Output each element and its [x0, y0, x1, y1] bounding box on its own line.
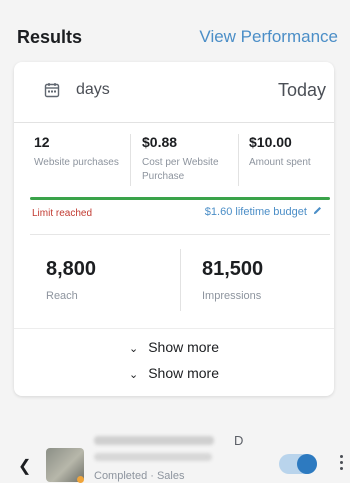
show-more-button[interactable]: ⌄ Show more	[14, 339, 334, 355]
show-more-label: Show more	[148, 365, 220, 381]
summary-label: Impressions	[202, 290, 262, 302]
ad-row[interactable]: ❮ D Completed · Sales	[0, 432, 350, 483]
summary-value: 8,800	[46, 258, 97, 280]
summary-reach: 8,800 Reach	[46, 258, 96, 302]
pencil-icon	[313, 206, 322, 215]
date-range-selector[interactable]: days Today	[14, 62, 334, 123]
toggle-knob	[297, 454, 317, 474]
summary-divider	[180, 249, 181, 311]
more-vertical-icon[interactable]	[338, 455, 344, 473]
metric-cost-per-purchase: $0.88 Cost per Website Purchase	[142, 134, 238, 184]
ad-subtitle-blurred	[94, 453, 212, 461]
results-card: days Today 12 Website purchases $0.88 Co…	[14, 62, 334, 396]
summary-label: Reach	[46, 290, 78, 302]
metric-value: 12	[34, 134, 50, 150]
divider	[14, 328, 334, 329]
metric-label: Cost per Website Purchase	[142, 157, 219, 182]
ad-toggle[interactable]	[279, 454, 317, 474]
results-title: Results	[17, 27, 83, 47]
ad-status: Completed · Sales	[94, 470, 185, 482]
divider	[30, 234, 330, 235]
chevron-down-icon: ⌄	[128, 369, 139, 381]
chevron-left-icon[interactable]: ❮	[18, 456, 31, 476]
header: Results View Performance	[0, 0, 350, 58]
lifetime-budget-text: $1.60 lifetime budget	[204, 206, 307, 218]
show-more-button[interactable]: ⌄ Show more	[14, 365, 334, 381]
metric-amount-spent: $10.00 Amount spent	[249, 134, 333, 170]
metric-value: $0.88	[142, 134, 178, 150]
metric-label: Amount spent	[249, 157, 311, 168]
metric-divider	[130, 134, 131, 186]
metric-divider	[238, 134, 239, 186]
metric-label: Website purchases	[34, 157, 119, 168]
lifetime-budget-link[interactable]: $1.60 lifetime budget	[205, 206, 322, 218]
budget-progress-bar	[30, 197, 330, 200]
date-range-end: Today	[277, 80, 326, 100]
chevron-down-icon: ⌄	[128, 343, 139, 355]
limit-reached-text: Limit reached	[32, 208, 93, 219]
date-range-label: days	[76, 81, 110, 98]
metric-value: $10.00	[249, 134, 292, 150]
ad-name-blurred	[94, 436, 214, 445]
metric-website-purchases: 12 Website purchases	[34, 134, 130, 170]
summary-value: 81,500	[202, 258, 264, 280]
ad-name-suffix: D	[234, 433, 244, 448]
calendar-icon	[44, 83, 60, 98]
show-more-label: Show more	[148, 339, 220, 355]
view-performance-link[interactable]: View Performance	[199, 27, 338, 47]
summary-impressions: 81,500 Impressions	[202, 258, 263, 302]
